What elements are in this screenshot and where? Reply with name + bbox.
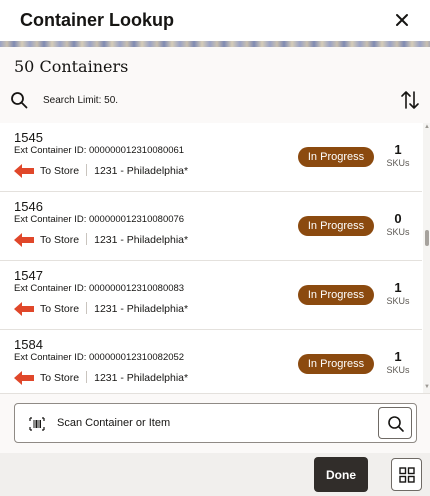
list-item[interactable]: 1547 Ext Container ID: 00000001231008008… xyxy=(0,261,422,330)
status-badge: In Progress xyxy=(298,354,374,374)
scan-search-button[interactable] xyxy=(378,407,412,439)
divider xyxy=(86,302,88,314)
sku-label: SKUs xyxy=(386,158,410,168)
arrow-left-icon xyxy=(14,164,34,178)
scan-input[interactable] xyxy=(57,412,367,434)
scrollbar[interactable] xyxy=(423,123,430,393)
arrow-left-icon xyxy=(14,233,34,247)
status-badge: In Progress xyxy=(298,216,374,236)
dialog-footer: Done xyxy=(0,453,430,496)
ext-container-id: Ext Container ID: 000000012310082052 xyxy=(14,352,185,363)
status-badge: In Progress xyxy=(298,285,374,305)
arrow-left-icon xyxy=(14,302,34,316)
scroll-down-arrow[interactable]: ▼ xyxy=(424,384,430,390)
list-header: 50 Containers Search Limit: 50. xyxy=(0,47,430,123)
destination: To Store 1231 - Philadelphia* xyxy=(40,164,188,177)
sku-label: SKUs xyxy=(386,296,410,306)
container-id: 1545 xyxy=(14,130,43,145)
list-item[interactable]: 1584 Ext Container ID: 00000001231008205… xyxy=(0,330,422,393)
store-label: 1231 - Philadelphia* xyxy=(94,303,189,315)
scrollbar-thumb[interactable] xyxy=(425,230,429,246)
destination: To Store 1231 - Philadelphia* xyxy=(40,371,188,384)
container-list: 1545 Ext Container ID: 00000001231008006… xyxy=(0,123,422,393)
ext-container-id: Ext Container ID: 000000012310080076 xyxy=(14,214,185,225)
done-button[interactable]: Done xyxy=(314,457,368,492)
sku-label: SKUs xyxy=(386,227,410,237)
scan-field xyxy=(14,403,417,443)
destination: To Store 1231 - Philadelphia* xyxy=(40,233,188,246)
sku-count: 1 xyxy=(394,280,402,295)
dialog-header: Container Lookup xyxy=(0,0,430,41)
search-limit-text: Search Limit: 50. xyxy=(43,95,119,106)
search-icon[interactable] xyxy=(10,91,28,109)
sku-label: SKUs xyxy=(386,365,410,375)
list-item[interactable]: 1546 Ext Container ID: 00000001231008007… xyxy=(0,192,422,261)
divider xyxy=(86,371,88,383)
list-item[interactable]: 1545 Ext Container ID: 00000001231008006… xyxy=(0,123,422,192)
store-label: 1231 - Philadelphia* xyxy=(94,165,189,177)
direction-label: To Store xyxy=(40,165,80,177)
barcode-icon xyxy=(29,417,45,431)
scan-bar xyxy=(0,393,430,453)
container-id: 1584 xyxy=(14,337,43,352)
ext-container-id: Ext Container ID: 000000012310080083 xyxy=(14,283,185,294)
dialog-title: Container Lookup xyxy=(20,10,174,30)
direction-label: To Store xyxy=(40,234,80,246)
sku-count: 1 xyxy=(394,142,402,157)
divider xyxy=(86,233,88,245)
scroll-up-arrow[interactable]: ▲ xyxy=(424,124,430,130)
store-label: 1231 - Philadelphia* xyxy=(94,372,189,384)
sort-arrows-icon[interactable] xyxy=(400,89,420,111)
container-count-title: 50 Containers xyxy=(14,57,129,76)
divider xyxy=(86,164,88,176)
grid-button[interactable] xyxy=(391,458,422,491)
grid-icon xyxy=(399,467,415,483)
container-id: 1547 xyxy=(14,268,43,283)
destination: To Store 1231 - Philadelphia* xyxy=(40,302,188,315)
ext-container-id: Ext Container ID: 000000012310080061 xyxy=(14,145,185,156)
direction-label: To Store xyxy=(40,372,80,384)
store-label: 1231 - Philadelphia* xyxy=(94,234,189,246)
search-icon xyxy=(388,416,404,432)
status-badge: In Progress xyxy=(298,147,374,167)
sku-count: 0 xyxy=(394,211,402,226)
arrow-left-icon xyxy=(14,371,34,385)
direction-label: To Store xyxy=(40,303,80,315)
close-icon[interactable] xyxy=(392,10,412,30)
sku-count: 1 xyxy=(394,349,402,364)
container-id: 1546 xyxy=(14,199,43,214)
